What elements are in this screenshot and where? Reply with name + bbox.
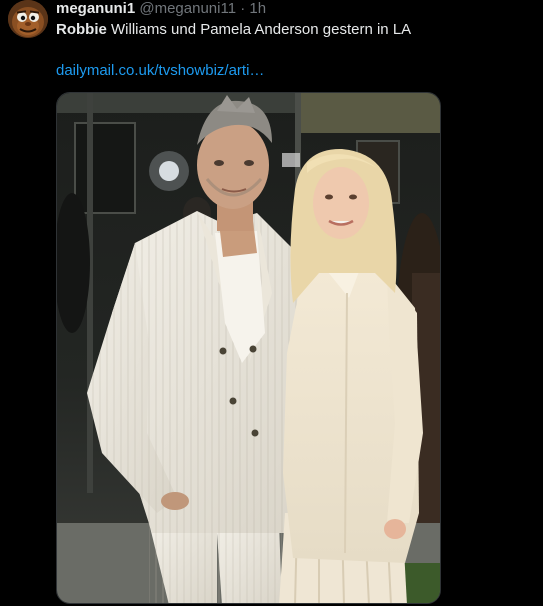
avatar[interactable]: [8, 0, 48, 38]
separator-dot: ·: [240, 0, 246, 17]
tweet-text-bold: Robbie: [56, 21, 107, 38]
timestamp[interactable]: 1h: [249, 0, 266, 17]
tweet-text: Robbie Williams und Pamela Anderson gest…: [56, 21, 411, 39]
tweet-photo[interactable]: [56, 92, 441, 604]
cartoon-face-avatar-icon: [8, 0, 48, 38]
article-link[interactable]: dailymail.co.uk/tvshowbiz/arti…: [56, 62, 264, 80]
tweet-header: meganuni1 @meganuni11 · 1h: [56, 0, 266, 18]
photo-illustration: [57, 93, 440, 603]
author-handle[interactable]: @meganuni11: [139, 0, 236, 17]
tweet-text-rest: Williams und Pamela Anderson gestern in …: [106, 21, 412, 38]
tweet-card: meganuni1 @meganuni11 · 1h Robbie Willia…: [0, 0, 543, 606]
author-name[interactable]: meganuni1: [56, 0, 135, 17]
